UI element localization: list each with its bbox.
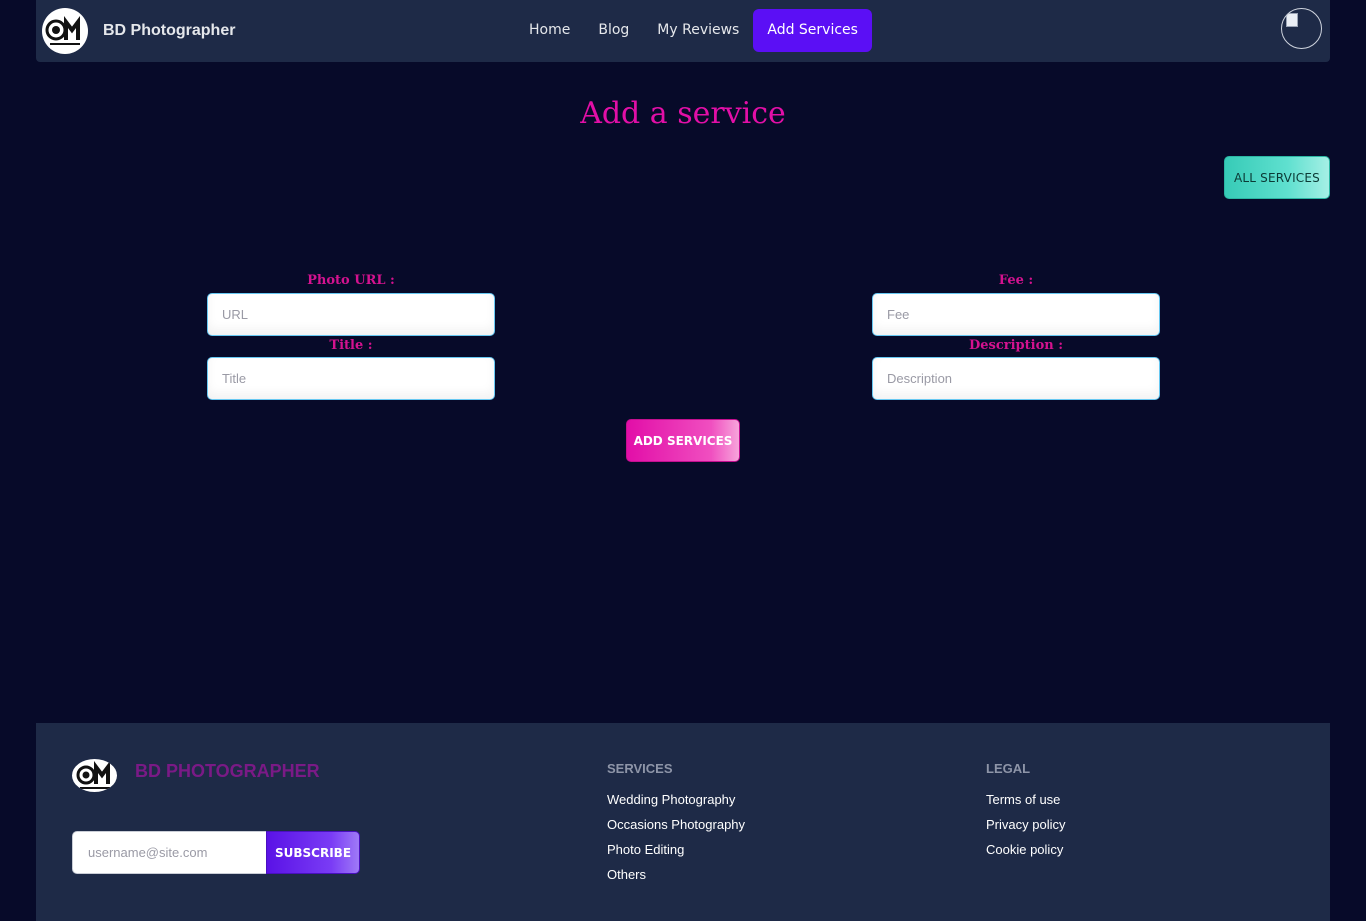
footer-link[interactable]: Photo Editing	[607, 842, 745, 867]
camera-logo-icon	[42, 8, 88, 54]
all-services-button[interactable]: ALL SERVICES	[1224, 156, 1330, 199]
title-label: Title :	[329, 338, 373, 353]
email-input[interactable]	[72, 831, 266, 874]
fee-label: Fee :	[998, 273, 1034, 288]
footer-link[interactable]: Terms of use	[986, 792, 1065, 817]
nav-my-reviews[interactable]: My Reviews	[643, 9, 753, 52]
title-input[interactable]	[207, 357, 495, 400]
nav-blog[interactable]: Blog	[584, 9, 643, 52]
fee-input[interactable]	[872, 293, 1160, 336]
photo-url-input[interactable]	[207, 293, 495, 336]
footer: BD PHOTOGRAPHER SUBSCRIBE SERVICES Weddi…	[36, 723, 1330, 921]
services-heading: SERVICES	[607, 761, 673, 776]
footer-link[interactable]: Others	[607, 867, 745, 892]
nav-add-services[interactable]: Add Services	[753, 9, 872, 52]
brand[interactable]: BD Photographer	[42, 8, 235, 54]
newsletter-form: SUBSCRIBE	[72, 831, 360, 874]
footer-legal: LEGAL Terms of use Privacy policy Cookie…	[986, 761, 1065, 867]
photo-url-label: Photo URL :	[307, 273, 395, 288]
footer-brand: BD PHOTOGRAPHER	[135, 761, 320, 781]
description-label: Description :	[968, 338, 1064, 353]
page-title: Add a service	[580, 96, 786, 131]
legal-heading: LEGAL	[986, 761, 1031, 776]
add-services-button[interactable]: ADD SERVICES	[626, 419, 740, 462]
nav-home[interactable]: Home	[515, 9, 584, 52]
footer-services: SERVICES Wedding Photography Occasions P…	[607, 761, 745, 892]
brand-name: BD Photographer	[103, 22, 236, 39]
footer-link[interactable]: Cookie policy	[986, 842, 1065, 867]
user-avatar-icon[interactable]	[1281, 8, 1322, 49]
main-nav: Home Blog My Reviews Add Services	[515, 9, 872, 52]
description-input[interactable]	[872, 357, 1160, 400]
footer-link[interactable]: Privacy policy	[986, 817, 1065, 842]
camera-logo-icon	[72, 759, 117, 792]
footer-link[interactable]: Wedding Photography	[607, 792, 745, 817]
navbar: BD Photographer Home Blog My Reviews Add…	[36, 0, 1330, 62]
subscribe-button[interactable]: SUBSCRIBE	[266, 831, 360, 874]
footer-link[interactable]: Occasions Photography	[607, 817, 745, 842]
